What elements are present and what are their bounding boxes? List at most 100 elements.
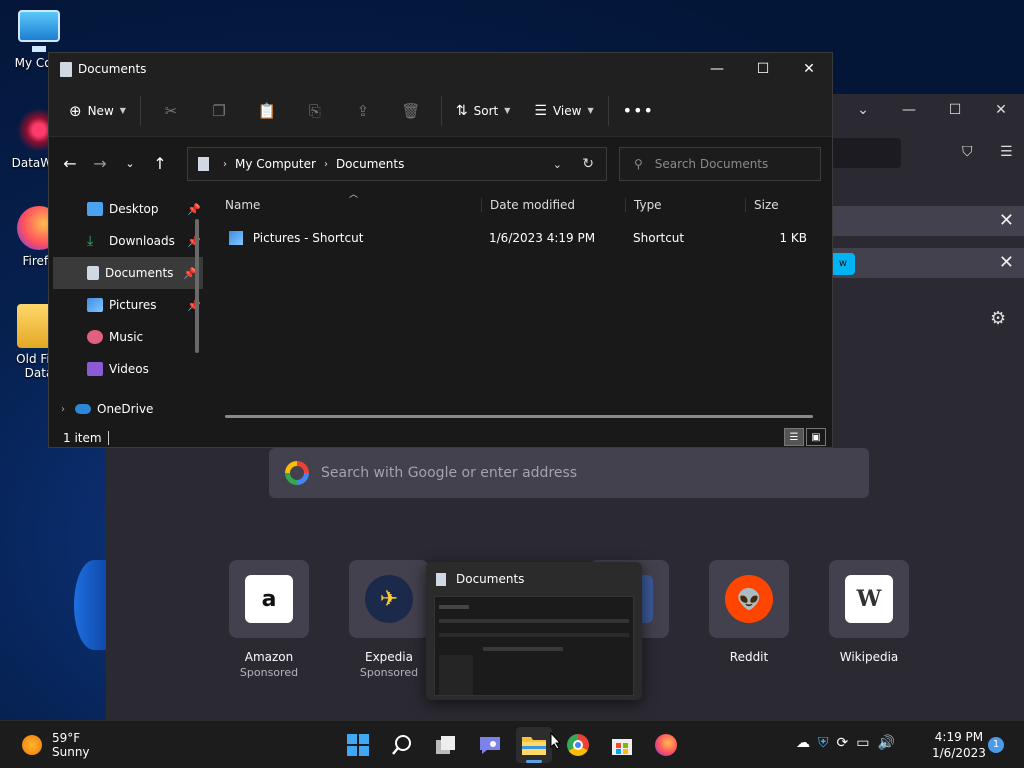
shortcut-tile-reddit[interactable]: 👽 Reddit	[709, 560, 789, 664]
firefox-icon	[655, 734, 677, 756]
microsoft-store-button[interactable]	[604, 727, 640, 763]
sun-icon	[22, 735, 42, 755]
pocket-icon[interactable]: ⛉	[962, 144, 973, 160]
cut-icon[interactable]: ✂	[147, 95, 195, 127]
breadcrumb-my-computer[interactable]: My Computer	[235, 157, 316, 171]
shortcut-icon	[229, 231, 243, 246]
address-dropdown-icon[interactable]: ⌄	[553, 158, 562, 171]
pin-icon: 📌	[187, 202, 201, 216]
browser-close-button[interactable]: ✕	[978, 94, 1024, 126]
sidebar-item-documents[interactable]: Documents 📌	[53, 257, 203, 289]
sync-icon[interactable]: ⟳	[837, 735, 849, 751]
address-bar[interactable]: › My Computer › Documents ⌄ ↻	[187, 147, 607, 181]
sidebar-item-videos[interactable]: Videos	[49, 353, 207, 385]
column-header-name[interactable]: Name	[217, 198, 481, 212]
sidebar-item-onedrive[interactable]: › OneDrive	[49, 393, 207, 425]
more-options-button[interactable]: •••	[615, 95, 662, 127]
maximize-button[interactable]: ☐	[740, 53, 786, 85]
sidebar-scrollbar[interactable]	[195, 219, 199, 353]
recent-locations-button[interactable]: ⌄	[115, 148, 145, 178]
share-icon[interactable]: ⇪	[339, 95, 387, 127]
chat-icon	[480, 737, 500, 754]
browser-chevron-icon[interactable]: ⌄	[840, 94, 886, 126]
paste-icon[interactable]: 📋	[243, 95, 291, 127]
rename-icon[interactable]: ⎘	[291, 95, 339, 127]
up-button[interactable]: ↑	[145, 148, 175, 178]
notice-action-button[interactable]: w	[831, 253, 855, 275]
firefox-taskbar-button[interactable]	[648, 727, 684, 763]
taskbar: 59°F Sunny ☁ ⛨ ⟳ ▭ 🔊 4:19 PM 1/6/2023 1	[0, 720, 1024, 768]
gear-icon[interactable]: ⚙	[990, 308, 1006, 329]
task-view-button[interactable]	[428, 727, 464, 763]
browser-maximize-button[interactable]: ☐	[932, 94, 978, 126]
browser-url-bar[interactable]	[831, 138, 901, 168]
command-bar: ⊕ New ▼ ✂ ❐ 📋 ⎘ ⇪ 🗑 ⇅ Sort ▼ ☰ View ▼ ••…	[49, 85, 832, 137]
back-button[interactable]: ←	[55, 148, 85, 178]
sort-button[interactable]: ⇅ Sort ▼	[448, 95, 519, 127]
view-button[interactable]: ☰ View ▼	[526, 95, 601, 127]
menu-icon[interactable]: ☰	[1000, 144, 1013, 160]
sidebar-item-desktop[interactable]: Desktop 📌	[49, 193, 207, 225]
file-date-cell: 1/6/2023 4:19 PM	[489, 231, 596, 245]
chevron-down-icon: ▼	[504, 106, 511, 115]
browser-minimize-button[interactable]: —	[886, 94, 932, 126]
cloud-offline-icon[interactable]: ☁	[796, 735, 810, 751]
weather-desc: Sunny	[52, 745, 90, 759]
store-icon	[612, 739, 632, 755]
search-icon	[392, 735, 411, 755]
delete-icon[interactable]: 🗑	[387, 95, 435, 127]
window-title: Documents	[78, 62, 147, 76]
forward-button[interactable]: →	[85, 148, 115, 178]
teams-chat-button[interactable]	[472, 727, 508, 763]
sidebar-item-pictures[interactable]: Pictures 📌	[49, 289, 207, 321]
file-explorer-taskbar-button[interactable]	[516, 727, 552, 763]
search-documents-input[interactable]: ⚲ Search Documents	[619, 147, 821, 181]
search-input[interactable]: Search with Google or enter address	[269, 448, 869, 498]
breadcrumb-documents[interactable]: Documents	[336, 157, 404, 171]
shortcut-tile-amazon[interactable]: a Amazon Sponsored	[229, 560, 309, 679]
monitor-icon	[18, 10, 60, 42]
column-header-date[interactable]: Date modified	[481, 198, 625, 212]
documents-icon	[436, 572, 446, 586]
chrome-icon	[567, 734, 589, 756]
sidebar-item-downloads[interactable]: ⤓ Downloads 📌	[49, 225, 207, 257]
expand-chevron-icon: ›	[61, 403, 65, 415]
clock[interactable]: 4:19 PM 1/6/2023	[932, 729, 986, 761]
details-view-icon[interactable]: ☰	[784, 428, 804, 446]
close-icon[interactable]: ✕	[999, 252, 1014, 273]
explorer-titlebar[interactable]: Documents — ☐ ✕	[49, 53, 832, 85]
system-tray: ☁ ⛨ ⟳ ▭ 🔊	[796, 735, 895, 751]
notification-badge[interactable]: 1	[988, 737, 1004, 753]
close-icon[interactable]: ✕	[999, 210, 1014, 231]
notification-bar-2: w ✕	[831, 248, 1024, 278]
sidebar-item-music[interactable]: Music	[49, 321, 207, 353]
defender-shield-icon[interactable]: ⛨	[818, 735, 829, 751]
start-button[interactable]	[340, 727, 376, 763]
sort-icon: ⇅	[455, 102, 468, 119]
network-icon[interactable]: ▭	[856, 735, 869, 751]
google-icon	[285, 461, 309, 485]
search-button[interactable]	[384, 727, 420, 763]
close-button[interactable]: ✕	[786, 53, 832, 85]
table-row[interactable]: Pictures - Shortcut 1/6/2023 4:19 PM Sho…	[217, 225, 832, 251]
column-header-size[interactable]: Size	[745, 198, 815, 212]
new-button[interactable]: ⊕ New ▼	[61, 95, 134, 127]
column-header-type[interactable]: Type	[625, 198, 745, 212]
file-size-cell: 1 KB	[779, 231, 807, 245]
wikipedia-icon: W	[845, 575, 893, 623]
reddit-icon: 👽	[725, 575, 773, 623]
minimize-button[interactable]: —	[694, 53, 740, 85]
volume-icon[interactable]: 🔊	[877, 735, 894, 751]
task-view-icon	[436, 736, 455, 754]
copy-icon[interactable]: ❐	[195, 95, 243, 127]
shortcut-tile-expedia[interactable]: ✈ Expedia Sponsored	[349, 560, 429, 679]
pictures-icon	[87, 298, 103, 312]
horizontal-scrollbar[interactable]	[225, 415, 813, 418]
refresh-icon[interactable]: ↻	[582, 156, 594, 172]
taskbar-thumbnail-preview[interactable]: Documents	[426, 562, 642, 700]
weather-widget[interactable]: 59°F Sunny	[22, 731, 90, 759]
chrome-button[interactable]	[560, 727, 596, 763]
view-list-icon: ☰	[534, 102, 547, 119]
shortcut-tile-wikipedia[interactable]: W Wikipedia	[829, 560, 909, 664]
tiles-view-icon[interactable]: ▣	[806, 428, 826, 446]
